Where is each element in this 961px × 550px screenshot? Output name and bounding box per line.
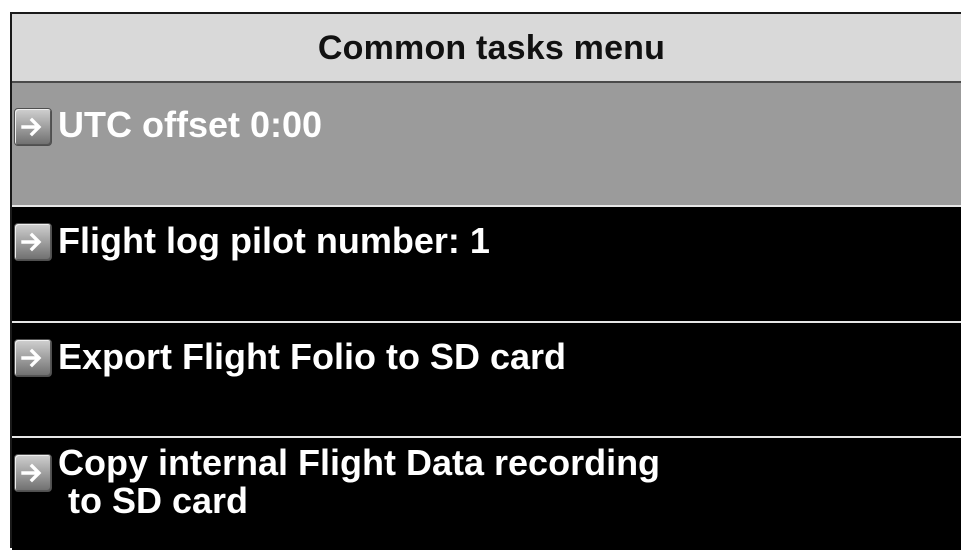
menu-item-label: Export Flight Folio to SD card bbox=[58, 336, 566, 377]
menu-item-pilot-number[interactable]: Flight log pilot number: 1 bbox=[12, 207, 961, 321]
menu-item-copy-flight-data[interactable]: Copy internal Flight Data recording to S… bbox=[12, 438, 961, 550]
arrow-right-icon[interactable] bbox=[14, 223, 52, 261]
menu-item-utc-offset[interactable]: UTC offset 0:00 bbox=[12, 83, 961, 205]
menu-item-label: UTC offset 0:00 bbox=[58, 104, 323, 145]
menu-item-label: Flight log pilot number: 1 bbox=[58, 220, 490, 261]
arrow-right-icon[interactable] bbox=[14, 339, 52, 377]
menu-title-bar: Common tasks menu bbox=[12, 14, 961, 83]
menu-item-label: Copy internal Flight Data recording to S… bbox=[58, 442, 661, 521]
menu-title: Common tasks menu bbox=[317, 29, 666, 67]
arrow-right-icon[interactable] bbox=[14, 108, 52, 146]
menu-item-export-folio[interactable]: Export Flight Folio to SD card bbox=[12, 323, 961, 436]
common-tasks-menu: Common tasks menu UTC offset 0:00 Flight… bbox=[10, 12, 961, 550]
arrow-right-icon[interactable] bbox=[14, 454, 52, 492]
